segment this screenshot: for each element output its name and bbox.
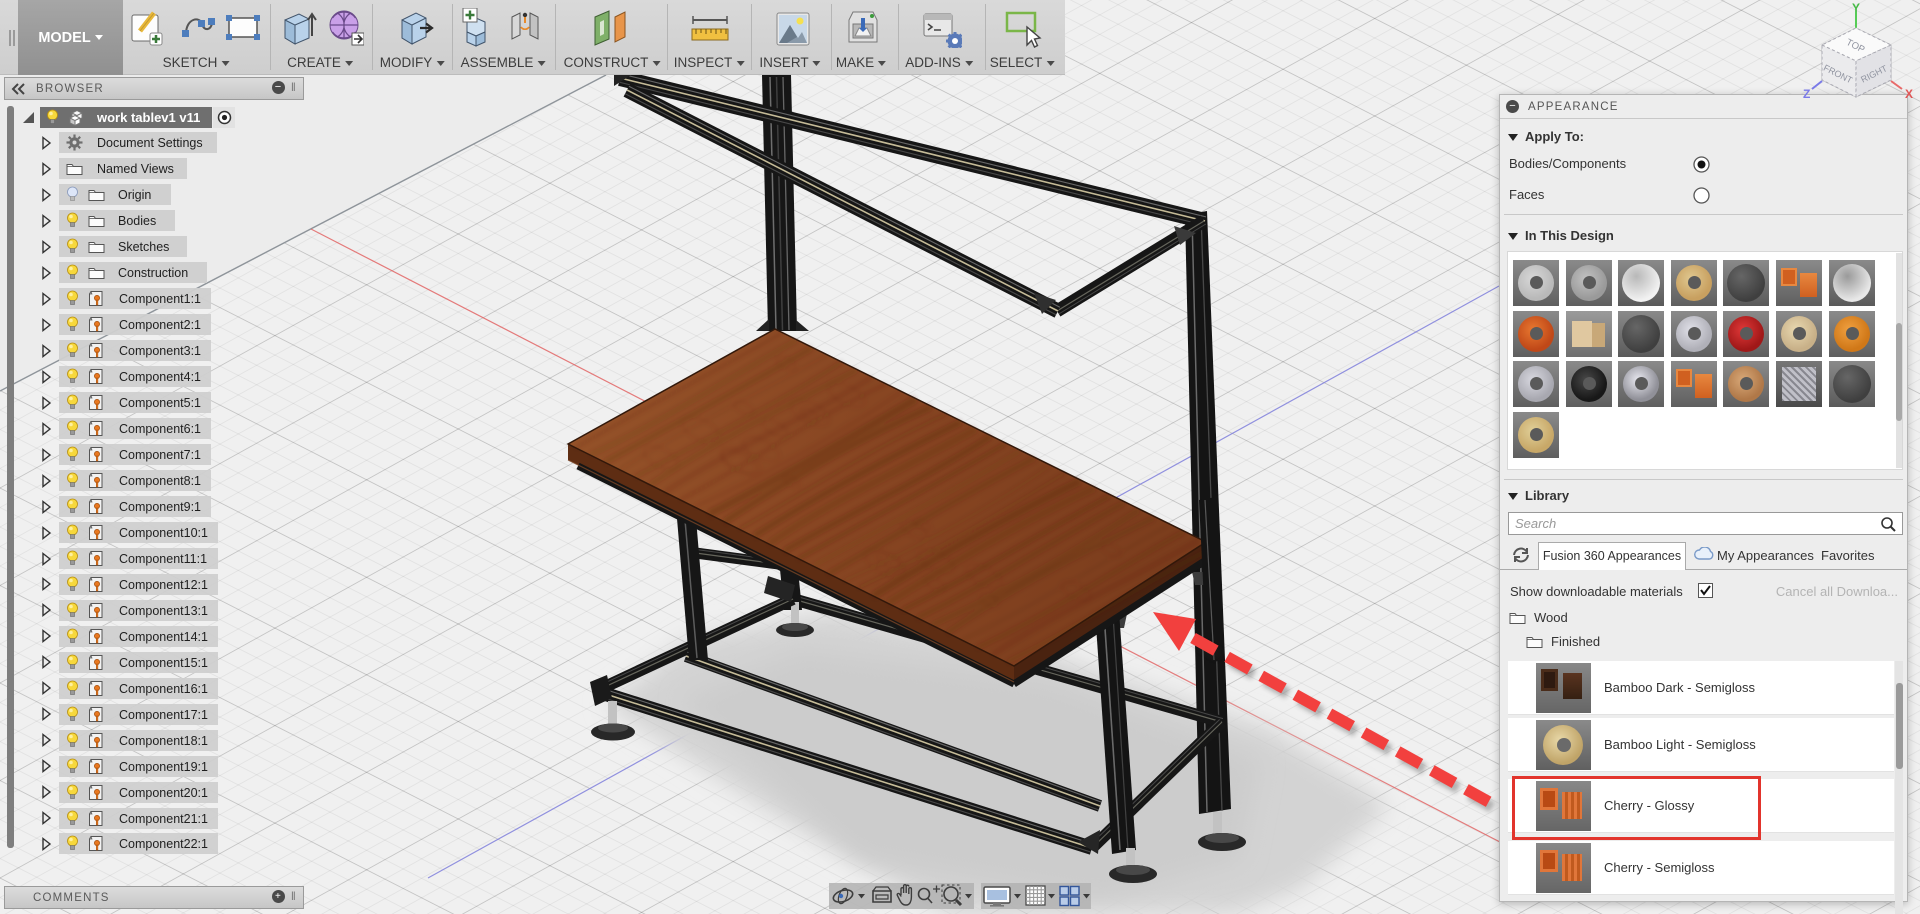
svg-text:X: X [1905, 87, 1913, 100]
svg-text:Y: Y [1852, 1, 1860, 15]
svg-text:Z: Z [1803, 87, 1810, 100]
